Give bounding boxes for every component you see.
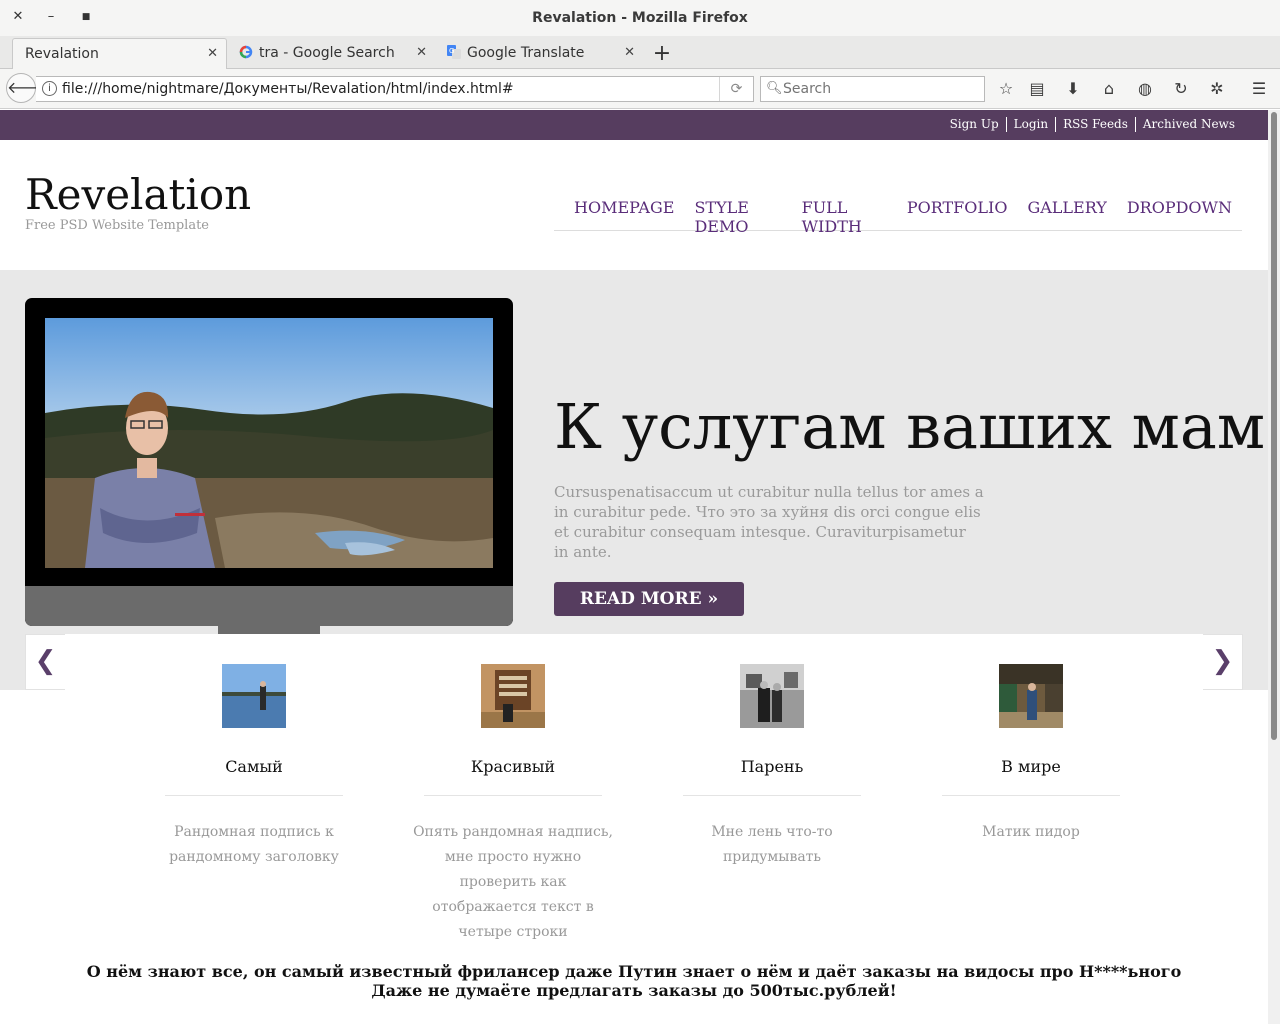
footer-line-2: Даже не думаёте предлагать заказы до 500… [371, 981, 897, 1000]
carousel-controls: ❮ ❯ [25, 634, 1243, 690]
site-tagline: Free PSD Website Template [25, 218, 209, 233]
nav-portfolio[interactable]: PORTFOLIO [907, 198, 1008, 230]
hero-title: К услугам ваших мам [554, 390, 1266, 463]
link-login[interactable]: Login [1005, 117, 1055, 132]
tab-close-icon[interactable]: ✕ [207, 46, 218, 61]
card-divider [424, 795, 602, 796]
tab-label: Google Translate [467, 45, 585, 61]
monitor-stand [218, 626, 320, 634]
footer-text: О нём знают все, он самый известный фрил… [0, 962, 1268, 1000]
chevron-right-icon[interactable]: ❯ [1203, 634, 1243, 690]
window-titlebar: ✕ – ■ Revalation - Mozilla Firefox [0, 0, 1280, 36]
search-box[interactable]: 🔍︎ [760, 76, 985, 102]
card-title[interactable]: Самый [149, 757, 359, 776]
site-logo[interactable]: Revelation [25, 170, 251, 219]
svg-text:G: G [449, 47, 454, 55]
sync-icon[interactable]: ↻ [1169, 78, 1193, 100]
tab-revalation[interactable]: Revalation ✕ [12, 38, 227, 69]
menu-icon[interactable]: ☰ [1247, 78, 1271, 100]
card-divider [942, 795, 1120, 796]
link-archived-news[interactable]: Archived News [1134, 117, 1242, 132]
monitor-frame [25, 298, 513, 634]
nav-homepage[interactable]: HOMEPAGE [574, 198, 674, 230]
card-description: Опять рандомная надпись, мне просто нужн… [413, 824, 613, 940]
tab-close-icon[interactable]: ✕ [624, 45, 635, 60]
card-divider [165, 795, 343, 796]
card-description: Рандомная подпись к рандомному заголовку [169, 824, 339, 865]
card-title[interactable]: Красивый [408, 757, 618, 776]
carousel-item[interactable]: Самый Рандомная подпись к рандомному заг… [149, 664, 359, 870]
main-navigation: HOMEPAGE STYLE DEMO FULL WIDTH PORTFOLIO… [554, 198, 1242, 236]
window-title: Revalation - Mozilla Firefox [532, 10, 748, 26]
chevron-left-icon[interactable]: ❮ [25, 634, 65, 690]
link-sign-up[interactable]: Sign Up [943, 117, 1006, 132]
tab-label: Revalation [25, 46, 99, 62]
search-icon: 🔍︎ [766, 81, 783, 96]
navigation-toolbar: 🡐 i file:///home/nightmare/Документы/Rev… [0, 69, 1280, 109]
tab-google-translate[interactable]: G Google Translate ✕ [435, 38, 643, 69]
site-info-icon[interactable]: i [42, 81, 57, 96]
carousel-item[interactable]: Парень Мне лень что-то придумывать [667, 664, 877, 870]
tab-close-icon[interactable]: ✕ [416, 45, 427, 60]
scrollbar-thumb[interactable] [1271, 112, 1277, 740]
read-more-button[interactable]: READ MORE » [554, 582, 744, 616]
extension-icon[interactable]: ✲ [1205, 78, 1229, 100]
url-bar[interactable]: i file:///home/nightmare/Документы/Reval… [36, 76, 754, 102]
link-rss-feeds[interactable]: RSS Feeds [1055, 117, 1135, 132]
nav-style-demo[interactable]: STYLE DEMO [694, 198, 781, 236]
tab-label: tra - Google Search [259, 45, 395, 61]
carousel-item[interactable]: В мире Матик пидор [926, 664, 1136, 845]
card-divider [683, 795, 861, 796]
url-text[interactable]: file:///home/nightmare/Документы/Revalat… [62, 81, 514, 97]
card-description: Мне лень что-то придумывать [711, 824, 833, 865]
top-strip: Sign Up Login RSS Feeds Archived News [0, 110, 1268, 140]
reload-icon[interactable]: ⟳ [719, 77, 753, 101]
bookmarks-list-icon[interactable]: ▤ [1025, 78, 1049, 100]
page-content: Sign Up Login RSS Feeds Archived News Re… [0, 110, 1268, 1024]
tab-google-search[interactable]: tra - Google Search ✕ [227, 38, 435, 69]
hero-text: Cursuspenatisaccum ut curabitur nulla te… [554, 483, 984, 561]
nav-dropdown[interactable]: DROPDOWN [1127, 198, 1232, 230]
card-title[interactable]: В мире [926, 757, 1136, 776]
bookmark-star-icon[interactable]: ☆ [994, 78, 1018, 100]
page-scrollbar[interactable] [1268, 110, 1280, 1024]
nav-full-width[interactable]: FULL WIDTH [802, 198, 887, 236]
monitor-chin [25, 586, 513, 626]
top-links: Sign Up Login RSS Feeds Archived News [943, 117, 1242, 132]
footer-line-1: О нём знают все, он самый известный фрил… [86, 962, 1182, 981]
nav-gallery[interactable]: GALLERY [1027, 198, 1106, 230]
globe-icon[interactable]: ◍ [1133, 78, 1157, 100]
download-icon[interactable]: ⬇ [1061, 78, 1085, 100]
carousel-item[interactable]: Красивый Опять рандомная надпись, мне пр… [408, 664, 618, 945]
card-description: Матик пидор [982, 824, 1080, 840]
back-arrow-icon[interactable]: 🡐 [6, 73, 50, 103]
google-icon [239, 45, 253, 59]
hero-section: К услугам ваших мам Cursuspenatisaccum u… [0, 270, 1268, 690]
home-icon[interactable]: ⌂ [1097, 78, 1121, 100]
hero-photo [45, 318, 493, 568]
google-translate-icon: G [447, 45, 461, 59]
card-title[interactable]: Парень [667, 757, 877, 776]
new-tab-icon[interactable]: + [650, 41, 674, 66]
search-input[interactable] [783, 80, 978, 98]
tab-bar: Revalation ✕ tra - Google Search ✕ G Goo… [0, 36, 1280, 69]
